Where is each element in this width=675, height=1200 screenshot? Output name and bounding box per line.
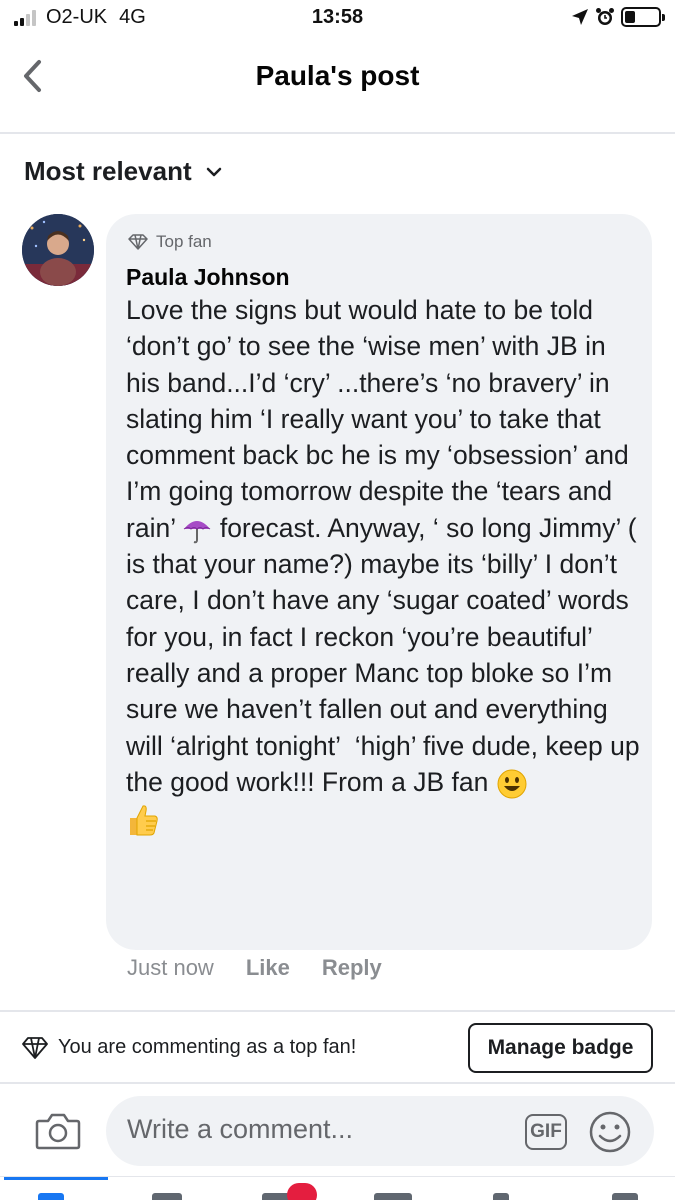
battery-icon: [621, 7, 665, 27]
comment-actions: Just now Like Reply: [127, 955, 414, 981]
home-tab-icon[interactable]: [38, 1193, 64, 1200]
header-divider: [0, 132, 675, 134]
comment-bubble[interactable]: Top fan Paula Johnson Love the signs but…: [106, 214, 652, 950]
sort-dropdown[interactable]: Most relevant: [24, 156, 222, 187]
comment-timestamp: Just now: [127, 955, 214, 980]
like-button[interactable]: Like: [246, 955, 290, 981]
manage-badge-button[interactable]: Manage badge: [468, 1023, 653, 1073]
location-icon: [572, 9, 588, 25]
thumbs-up-emoji: [130, 805, 158, 836]
bottom-tab-bar: [0, 1176, 675, 1200]
divider: [0, 1010, 675, 1012]
top-fan-message: You are commenting as a top fan!: [58, 1036, 357, 1058]
active-tab-indicator: [4, 1177, 108, 1180]
camera-button[interactable]: [34, 1109, 82, 1153]
camera-icon: [35, 1113, 81, 1150]
comment-text: Love the signs but would hate to be told…: [126, 292, 644, 838]
top-fan-label: Top fan: [156, 232, 212, 251]
friends-tab-icon[interactable]: [152, 1193, 182, 1200]
avatar[interactable]: [22, 214, 94, 286]
comment-input-placeholder[interactable]: Write a comment...: [127, 1114, 353, 1145]
diamond-icon: [22, 1036, 48, 1059]
top-fan-notice: You are commenting as a top fan!: [22, 1036, 356, 1059]
chevron-down-icon: [206, 167, 221, 176]
header: Paula's post: [0, 44, 675, 116]
menu-tab-icon[interactable]: [612, 1193, 638, 1200]
reply-button[interactable]: Reply: [322, 955, 382, 981]
status-bar: O2-UK 4G 13:58: [0, 0, 675, 38]
diamond-icon: [128, 234, 148, 250]
profile-tab-icon[interactable]: [493, 1193, 509, 1200]
page-title: Paula's post: [255, 60, 420, 91]
comment-author[interactable]: Paula Johnson: [126, 264, 290, 291]
watch-tab-icon[interactable]: [374, 1193, 412, 1200]
avatar-photo: [22, 214, 94, 286]
comment-text-part2: forecast. Anyway, ‘ so long Jimmy’ ( is …: [126, 512, 647, 797]
comment-text-part1: Love the signs but would hate to be told…: [126, 295, 637, 543]
sort-label: Most relevant: [24, 156, 192, 186]
umbrella-emoji: [184, 520, 211, 544]
status-right: [571, 7, 665, 27]
gif-button[interactable]: GIF: [525, 1114, 567, 1150]
alarm-icon: [596, 8, 614, 25]
notification-badge: [287, 1183, 317, 1200]
smiley-emoji: [497, 769, 527, 799]
emoji-button[interactable]: [588, 1110, 632, 1154]
top-fan-badge: Top fan: [128, 232, 212, 252]
divider: [0, 1082, 675, 1084]
